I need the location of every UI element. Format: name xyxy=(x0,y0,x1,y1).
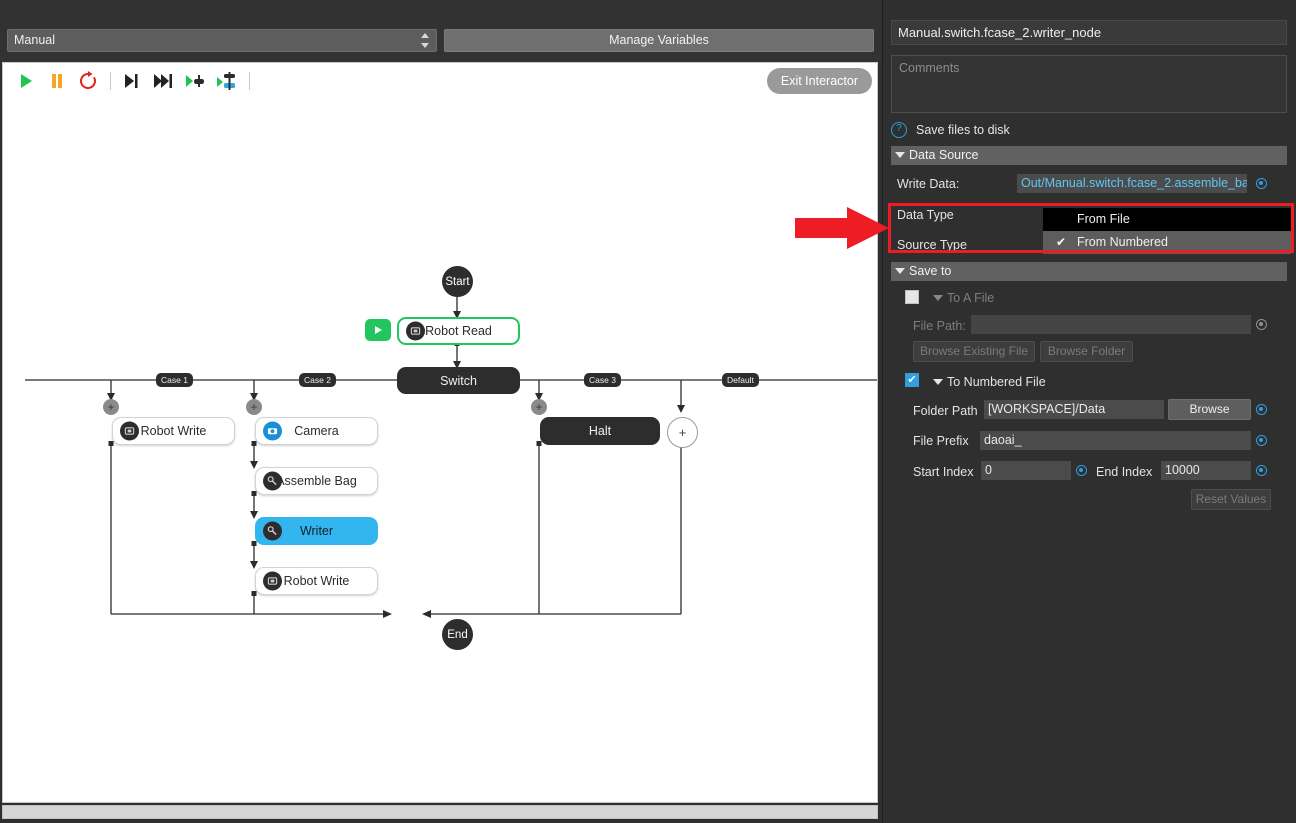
end-index-reset-dot[interactable] xyxy=(1256,465,1267,476)
node-robot-read[interactable]: Robot Read xyxy=(397,317,520,345)
robot-icon xyxy=(120,421,139,441)
to-a-file-checkbox[interactable] xyxy=(905,290,919,304)
inspector-pane: Manual.switch.fcase_2.writer_node Commen… xyxy=(882,0,1296,823)
dropdown-item-label: From Numbered xyxy=(1077,235,1168,249)
node-assemble-bag[interactable]: Assemble Bag xyxy=(255,467,378,495)
top-bar: Manual Manage Variables xyxy=(0,0,882,62)
folder-path-reset-dot[interactable] xyxy=(1256,404,1267,415)
help-text: Save files to disk xyxy=(916,123,1010,137)
write-data-label: Write Data: xyxy=(897,177,960,191)
start-index-label: Start Index xyxy=(913,465,974,479)
chevron-updown-icon xyxy=(420,33,429,48)
data-type-label: Data Type xyxy=(897,208,954,222)
flow-canvas[interactable]: Exit Interactor Start Robot Read Switch … xyxy=(2,62,878,803)
add-node-button-case1[interactable]: + xyxy=(103,399,119,415)
folder-path-label: Folder Path xyxy=(913,404,978,418)
file-prefix-field[interactable]: daoai_ xyxy=(980,431,1251,450)
node-label: Writer xyxy=(299,524,334,538)
node-robot-write-1[interactable]: Robot Write xyxy=(112,417,235,445)
camera-icon xyxy=(263,421,282,441)
node-label: Camera xyxy=(294,424,339,438)
file-prefix-reset-dot[interactable] xyxy=(1256,435,1267,446)
robot-icon xyxy=(406,321,425,341)
browse-folder-button[interactable]: Browse Folder xyxy=(1040,341,1133,362)
end-index-label: End Index xyxy=(1096,465,1153,479)
write-data-field[interactable]: Out/Manual.switch.fcase_2.assemble_bag xyxy=(1017,174,1247,193)
section-label: Save to xyxy=(909,264,952,278)
section-data-source[interactable]: Data Source xyxy=(891,146,1287,165)
chevron-down-icon xyxy=(933,379,943,385)
to-numbered-file-row[interactable]: To Numbered File xyxy=(933,373,1046,391)
end-node[interactable]: End xyxy=(442,619,473,650)
node-label: Assemble Bag xyxy=(276,474,357,488)
horizontal-scrollbar[interactable] xyxy=(2,805,878,819)
file-prefix-label: File Prefix xyxy=(913,434,969,448)
case-label-2[interactable]: Case 2 xyxy=(299,373,336,387)
mode-select-value: Manual xyxy=(14,33,55,47)
dropdown-item-label: From File xyxy=(1077,212,1130,226)
mode-select[interactable]: Manual xyxy=(7,29,437,52)
to-numbered-file-checkbox[interactable]: ✔ xyxy=(905,373,919,387)
start-index-reset-dot[interactable] xyxy=(1076,465,1087,476)
section-label: Data Source xyxy=(909,148,979,162)
node-label: Robot Write xyxy=(283,574,350,588)
dropdown-item-from-file[interactable]: From File xyxy=(1043,208,1291,231)
end-index-field[interactable]: 10000 xyxy=(1161,461,1251,480)
manage-variables-button[interactable]: Manage Variables xyxy=(444,29,874,52)
node-halt[interactable]: Halt xyxy=(540,417,660,445)
node-robot-write-2[interactable]: Robot Write xyxy=(255,567,378,595)
check-icon: ✔ xyxy=(1056,235,1067,249)
reset-values-button[interactable]: Reset Values xyxy=(1191,489,1271,510)
run-from-here-icon[interactable] xyxy=(365,319,391,341)
chevron-down-icon xyxy=(895,152,905,158)
editor-pane: Manual Manage Variables Exit Interactor … xyxy=(0,0,882,823)
file-path-reset-dot[interactable] xyxy=(1256,319,1267,330)
section-save-to[interactable]: Save to xyxy=(891,262,1287,281)
tool-icon xyxy=(263,471,282,491)
source-type-dropdown-menu[interactable]: From File ✔ From Numbered xyxy=(1043,208,1291,254)
case-label-3[interactable]: Case 3 xyxy=(584,373,621,387)
start-node[interactable]: Start xyxy=(442,266,473,297)
node-switch[interactable]: Switch xyxy=(397,367,520,394)
folder-path-field[interactable]: [WORKSPACE]/Data xyxy=(984,400,1164,419)
node-writer[interactable]: Writer xyxy=(255,517,378,545)
node-label: Robot Write xyxy=(140,424,207,438)
start-index-field[interactable]: 0 xyxy=(981,461,1071,480)
write-data-reset-dot[interactable] xyxy=(1256,178,1267,189)
question-icon[interactable]: ? xyxy=(891,122,907,138)
source-type-label: Source Type xyxy=(897,238,967,252)
to-numbered-file-label: To Numbered File xyxy=(947,375,1046,389)
to-a-file-label: To A File xyxy=(947,291,995,305)
tool-icon xyxy=(263,521,282,541)
add-node-button-default[interactable]: + xyxy=(667,417,698,448)
node-label: Robot Read xyxy=(425,324,492,338)
dropdown-item-from-numbered[interactable]: ✔ From Numbered xyxy=(1043,231,1291,254)
browse-existing-file-button[interactable]: Browse Existing File xyxy=(913,341,1035,362)
node-camera[interactable]: Camera xyxy=(255,417,378,445)
chevron-down-icon xyxy=(895,268,905,274)
add-node-button-case3[interactable]: + xyxy=(531,399,547,415)
file-path-label: File Path: xyxy=(913,319,966,333)
robot-icon xyxy=(263,571,282,591)
chevron-down-icon xyxy=(933,295,943,301)
add-node-button-case2[interactable]: + xyxy=(246,399,262,415)
case-label-default[interactable]: Default xyxy=(722,373,759,387)
node-path-field[interactable]: Manual.switch.fcase_2.writer_node xyxy=(891,20,1287,45)
comments-textarea[interactable]: Comments xyxy=(891,55,1287,113)
help-row: ? Save files to disk xyxy=(891,120,1010,140)
browse-button[interactable]: Browse xyxy=(1168,399,1251,420)
file-path-field[interactable] xyxy=(971,315,1251,334)
to-a-file-row[interactable]: To A File xyxy=(933,289,994,307)
case-label-1[interactable]: Case 1 xyxy=(156,373,193,387)
